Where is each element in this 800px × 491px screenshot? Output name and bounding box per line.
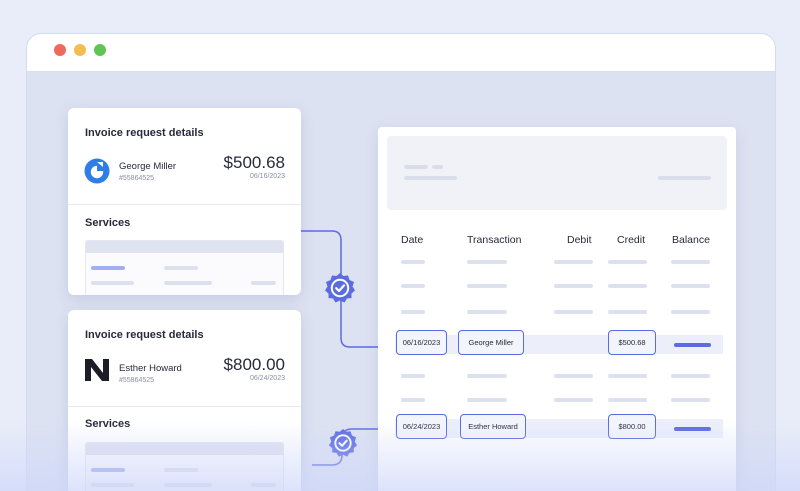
matched-transaction-cell[interactable]: Esther Howard [460, 414, 526, 439]
customer-id: #55864525 [119, 377, 155, 384]
placeholder-line [164, 468, 198, 472]
placeholder-line [467, 374, 507, 378]
placeholder-line [467, 284, 507, 288]
placeholder-line [608, 284, 647, 288]
placeholder-line [91, 468, 125, 472]
balance-bar [674, 427, 711, 431]
placeholder-line [251, 281, 276, 285]
placeholder-line [401, 398, 425, 402]
ledger-summary-header [387, 136, 727, 210]
placeholder-line [91, 483, 134, 487]
invoice-title: Invoice request details [85, 329, 204, 341]
matched-date-cell[interactable]: 06/16/2023 [396, 330, 447, 355]
invoice-header: Invoice request details Esther Howard #5… [68, 310, 301, 407]
placeholder-line [608, 310, 647, 314]
invoice-amount: $500.68 [223, 153, 285, 172]
esther-howard-logo-icon [85, 359, 109, 381]
placeholder-line [401, 310, 425, 314]
services-title: Services [85, 418, 131, 430]
placeholder-line [467, 398, 507, 402]
column-header-balance[interactable]: Balance [672, 234, 710, 246]
matched-date-cell[interactable]: 06/24/2023 [396, 414, 447, 439]
george-miller-logo-icon [84, 158, 110, 184]
placeholder-line [671, 374, 710, 378]
matched-transaction-cell[interactable]: George Miller [458, 330, 524, 355]
invoice-card[interactable]: Invoice request details George Miller #5… [68, 108, 301, 295]
placeholder-line [251, 483, 276, 487]
balance-bar [674, 343, 711, 347]
verified-check-icon [325, 273, 355, 303]
ledger-panel: Date Transaction Debit Credit Balance 06… [378, 127, 736, 491]
services-table-header [86, 241, 283, 253]
placeholder-line [432, 165, 443, 169]
services-table-header [86, 443, 283, 455]
placeholder-line [671, 310, 710, 314]
placeholder-line [91, 281, 134, 285]
placeholder-line [91, 266, 125, 270]
placeholder-line [658, 176, 711, 180]
services-title: Services [85, 217, 131, 229]
placeholder-line [164, 281, 212, 285]
column-header-transaction[interactable]: Transaction [467, 234, 521, 246]
placeholder-line [467, 310, 507, 314]
invoice-date: 06/24/2023 [249, 375, 285, 382]
column-header-date[interactable]: Date [401, 234, 423, 246]
placeholder-line [554, 260, 593, 264]
invoice-date: 06/16/2023 [249, 173, 285, 180]
placeholder-line [554, 374, 593, 378]
placeholder-line [608, 398, 647, 402]
services-table [85, 240, 284, 295]
column-header-credit[interactable]: Credit [617, 234, 645, 246]
invoice-header: Invoice request details George Miller #5… [68, 108, 301, 205]
placeholder-line [608, 374, 647, 378]
placeholder-line [404, 165, 428, 169]
placeholder-line [554, 310, 593, 314]
customer-name: George Miller [119, 161, 177, 172]
services-table [85, 442, 284, 491]
verified-check-icon [328, 428, 358, 457]
customer-name: Esther Howard [119, 363, 182, 374]
invoice-card[interactable]: Invoice request details Esther Howard #5… [68, 310, 301, 491]
placeholder-line [671, 284, 710, 288]
placeholder-line [671, 398, 710, 402]
placeholder-line [164, 483, 212, 487]
invoice-title: Invoice request details [85, 127, 204, 139]
placeholder-line [554, 284, 593, 288]
matched-credit-cell[interactable]: $800.00 [608, 414, 656, 439]
invoice-amount: $800.00 [223, 355, 285, 374]
placeholder-line [401, 284, 425, 288]
customer-id: #55864525 [119, 175, 155, 182]
placeholder-line [467, 260, 507, 264]
placeholder-line [401, 260, 425, 264]
placeholder-line [671, 260, 710, 264]
column-header-debit[interactable]: Debit [567, 234, 592, 246]
placeholder-line [554, 398, 593, 402]
matched-credit-cell[interactable]: $500.68 [608, 330, 656, 355]
placeholder-line [401, 374, 425, 378]
placeholder-line [608, 260, 647, 264]
placeholder-line [164, 266, 198, 270]
placeholder-line [404, 176, 457, 180]
